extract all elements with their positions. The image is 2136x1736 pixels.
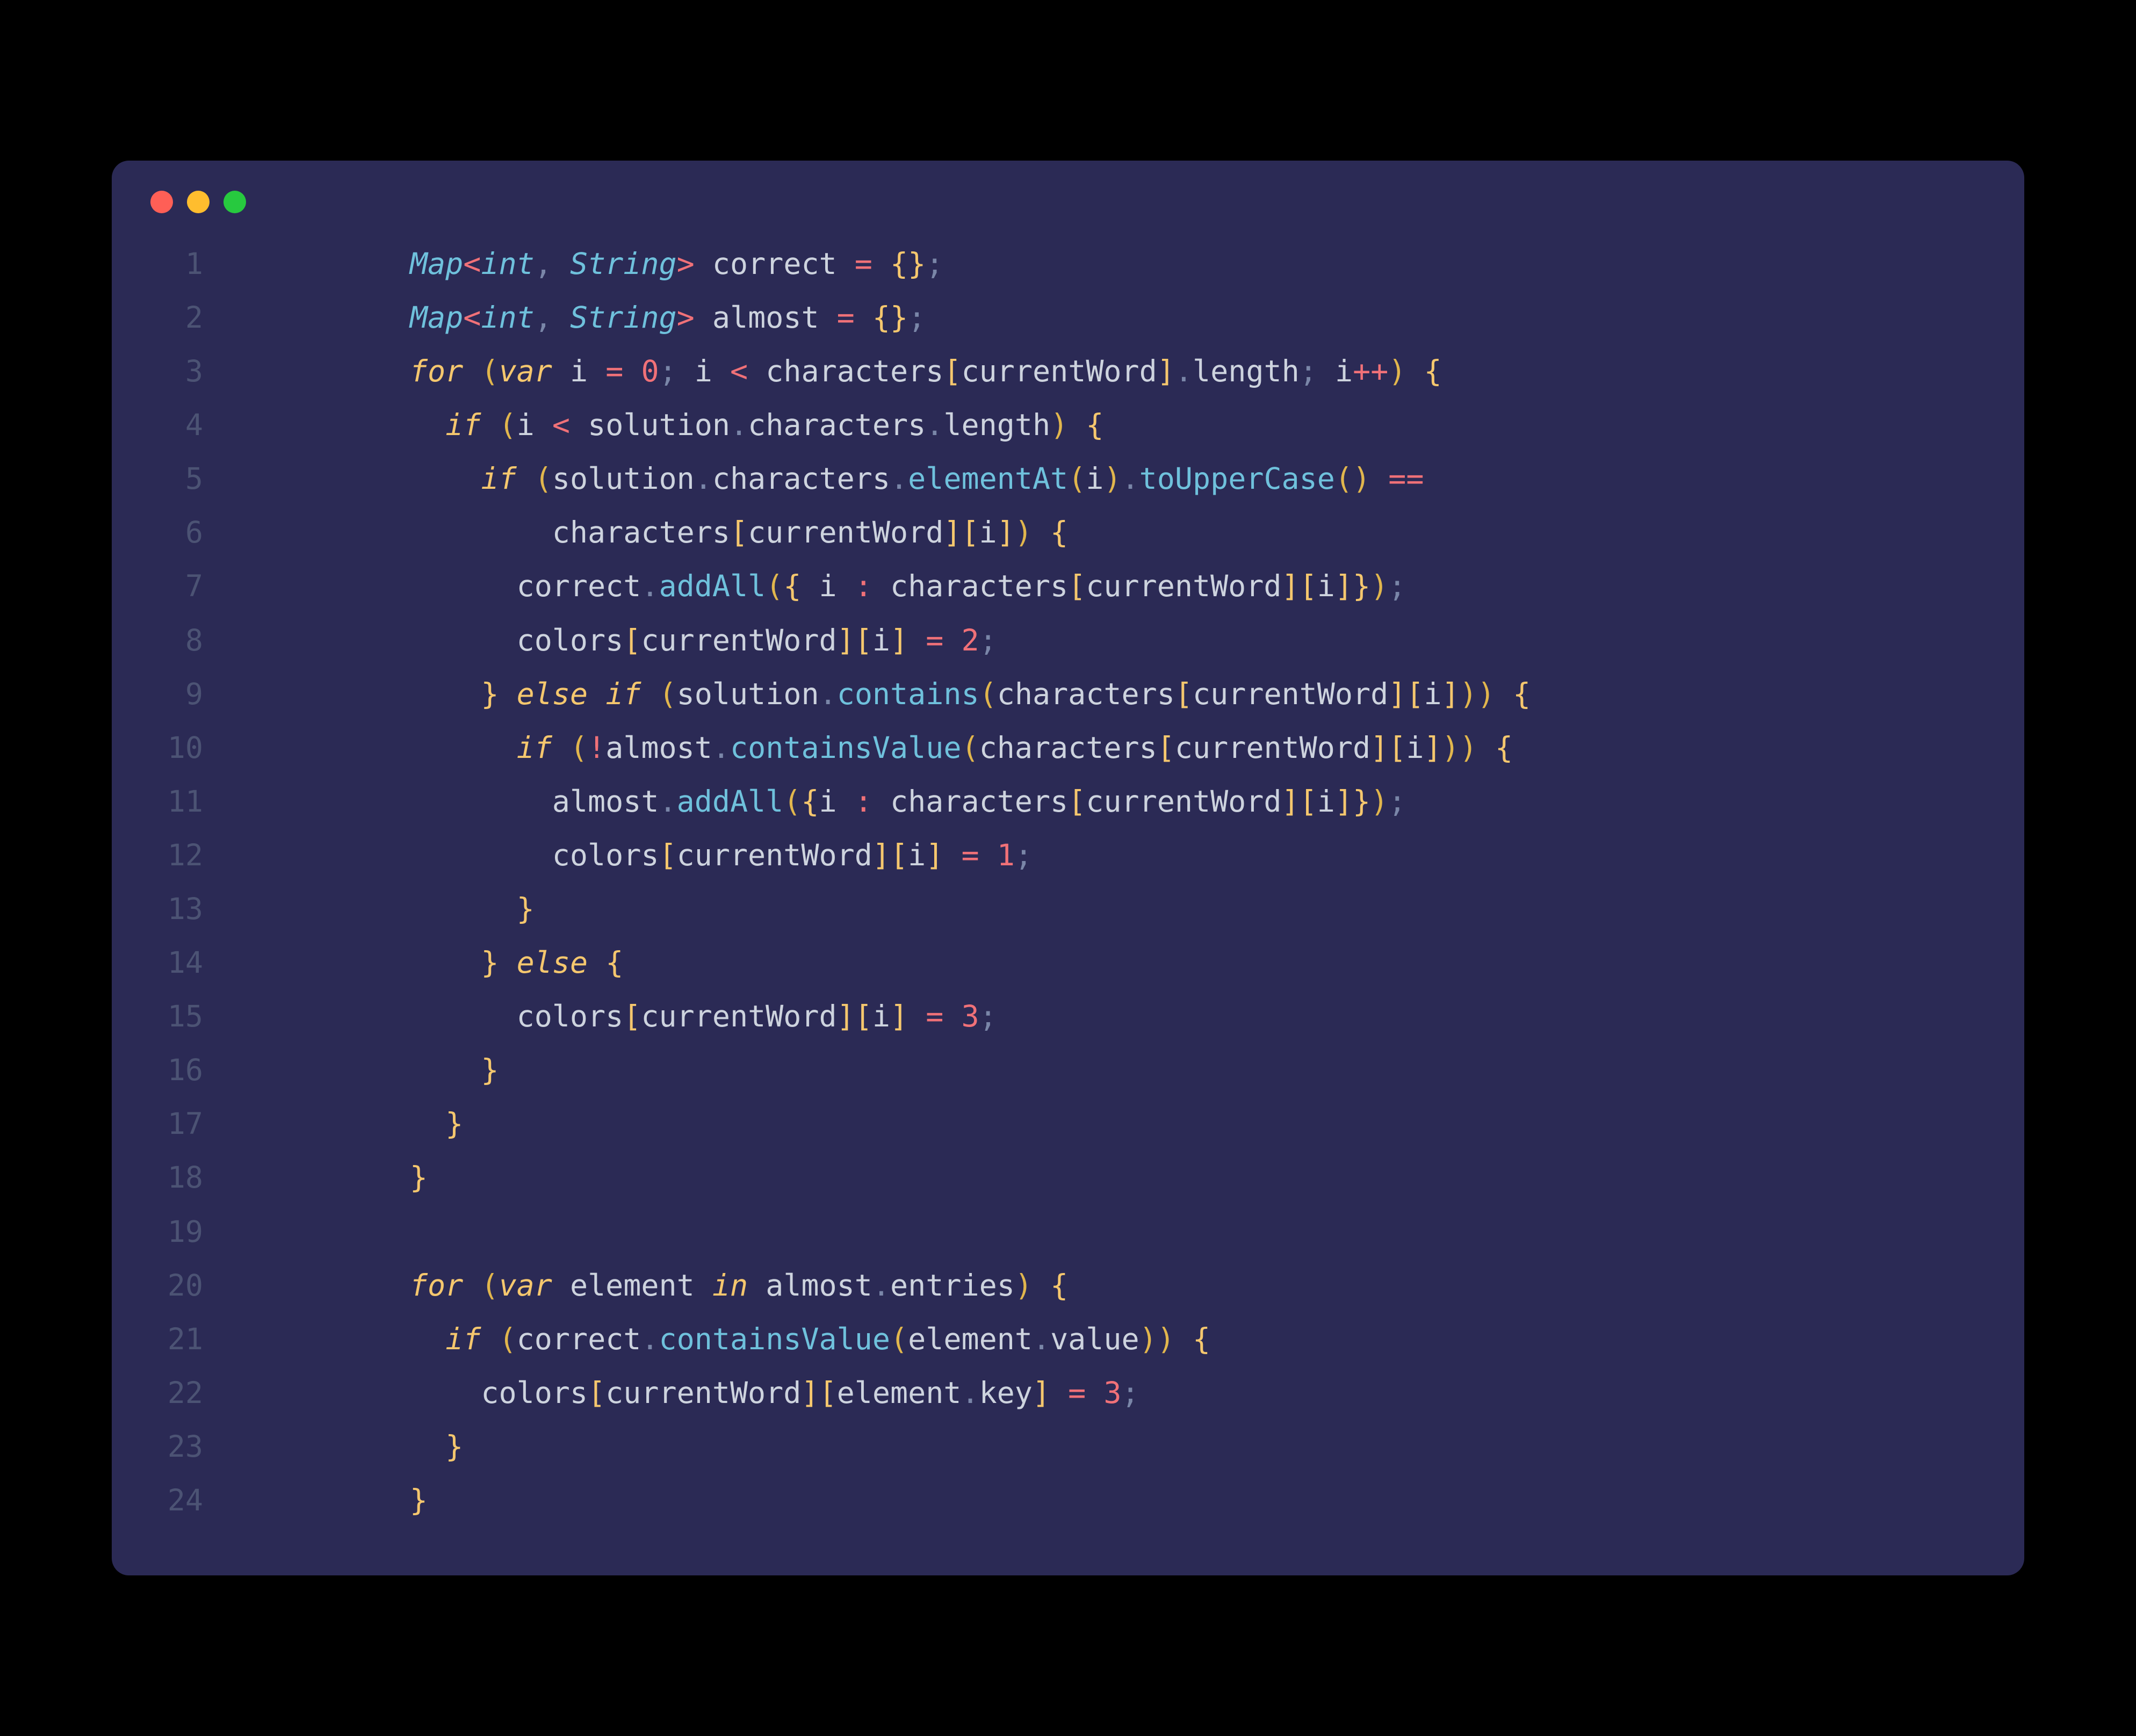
code-line: 3 for (var i = 0; i < characters[current… (112, 344, 2024, 398)
line-content: } (268, 1420, 2024, 1473)
line-content: if (i < solution.characters.length) { (268, 398, 2024, 452)
zoom-icon[interactable] (223, 191, 246, 213)
line-content: } (268, 1043, 2024, 1097)
code-line: 21 if (correct.containsValue(element.val… (112, 1312, 2024, 1366)
line-number: 24 (112, 1473, 268, 1527)
line-content: } (268, 1151, 2024, 1204)
line-number: 18 (112, 1151, 268, 1204)
code-line: 20 for (var element in almost.entries) { (112, 1258, 2024, 1312)
line-number: 15 (112, 989, 268, 1043)
line-content: } (268, 882, 2024, 936)
line-number: 11 (112, 775, 268, 828)
line-content: if (correct.containsValue(element.value)… (268, 1312, 2024, 1366)
line-content: for (var element in almost.entries) { (268, 1258, 2024, 1312)
line-content: correct.addAll({ i : characters[currentW… (268, 559, 2024, 613)
code-line: 16 } (112, 1043, 2024, 1097)
line-content: if (solution.characters.elementAt(i).toU… (268, 452, 2024, 505)
line-number: 9 (112, 667, 268, 721)
code-line: 23 } (112, 1420, 2024, 1473)
code-editor[interactable]: 1 Map<int, String> correct = {};2 Map<in… (112, 237, 2024, 1527)
line-content: Map<int, String> correct = {}; (268, 237, 2024, 291)
line-number: 16 (112, 1043, 268, 1097)
code-line: 9 } else if (solution.contains(character… (112, 667, 2024, 721)
line-number: 20 (112, 1258, 268, 1312)
line-number: 14 (112, 936, 268, 989)
code-line: 15 colors[currentWord][i] = 3; (112, 989, 2024, 1043)
line-content: colors[currentWord][i] = 3; (268, 989, 2024, 1043)
code-line: 5 if (solution.characters.elementAt(i).t… (112, 452, 2024, 505)
line-number: 17 (112, 1097, 268, 1151)
code-window: 1 Map<int, String> correct = {};2 Map<in… (112, 161, 2024, 1575)
line-content: if (!almost.containsValue(characters[cur… (268, 721, 2024, 775)
line-number: 19 (112, 1205, 268, 1258)
line-number: 13 (112, 882, 268, 936)
code-line: 7 correct.addAll({ i : characters[curren… (112, 559, 2024, 613)
line-number: 8 (112, 613, 268, 667)
code-line: 4 if (i < solution.characters.length) { (112, 398, 2024, 452)
line-content (268, 1205, 2024, 1258)
line-content: characters[currentWord][i]) { (268, 505, 2024, 559)
line-number: 23 (112, 1420, 268, 1473)
line-content: Map<int, String> almost = {}; (268, 291, 2024, 344)
code-line: 22 colors[currentWord][element.key] = 3; (112, 1366, 2024, 1420)
code-line: 24 } (112, 1473, 2024, 1527)
code-line: 13 } (112, 882, 2024, 936)
line-number: 3 (112, 344, 268, 398)
line-number: 22 (112, 1366, 268, 1420)
line-content: colors[currentWord][i] = 2; (268, 613, 2024, 667)
line-content: colors[currentWord][element.key] = 3; (268, 1366, 2024, 1420)
line-number: 5 (112, 452, 268, 505)
line-number: 6 (112, 505, 268, 559)
line-number: 12 (112, 828, 268, 882)
line-content: } (268, 1473, 2024, 1527)
line-number: 2 (112, 291, 268, 344)
line-content: for (var i = 0; i < characters[currentWo… (268, 344, 2024, 398)
line-number: 4 (112, 398, 268, 452)
line-number: 7 (112, 559, 268, 613)
code-line: 6 characters[currentWord][i]) { (112, 505, 2024, 559)
code-line: 10 if (!almost.containsValue(characters[… (112, 721, 2024, 775)
minimize-icon[interactable] (187, 191, 210, 213)
code-line: 19 (112, 1205, 2024, 1258)
line-content: colors[currentWord][i] = 1; (268, 828, 2024, 882)
line-content: } else if (solution.contains(characters[… (268, 667, 2024, 721)
code-line: 14 } else { (112, 936, 2024, 989)
code-line: 12 colors[currentWord][i] = 1; (112, 828, 2024, 882)
line-number: 1 (112, 237, 268, 291)
line-content: almost.addAll({i : characters[currentWor… (268, 775, 2024, 828)
window-titlebar (112, 191, 2024, 237)
code-line: 17 } (112, 1097, 2024, 1151)
code-line: 2 Map<int, String> almost = {}; (112, 291, 2024, 344)
code-line: 18 } (112, 1151, 2024, 1204)
close-icon[interactable] (150, 191, 173, 213)
line-number: 10 (112, 721, 268, 775)
line-content: } else { (268, 936, 2024, 989)
code-line: 11 almost.addAll({i : characters[current… (112, 775, 2024, 828)
code-line: 8 colors[currentWord][i] = 2; (112, 613, 2024, 667)
code-line: 1 Map<int, String> correct = {}; (112, 237, 2024, 291)
line-content: } (268, 1097, 2024, 1151)
line-number: 21 (112, 1312, 268, 1366)
